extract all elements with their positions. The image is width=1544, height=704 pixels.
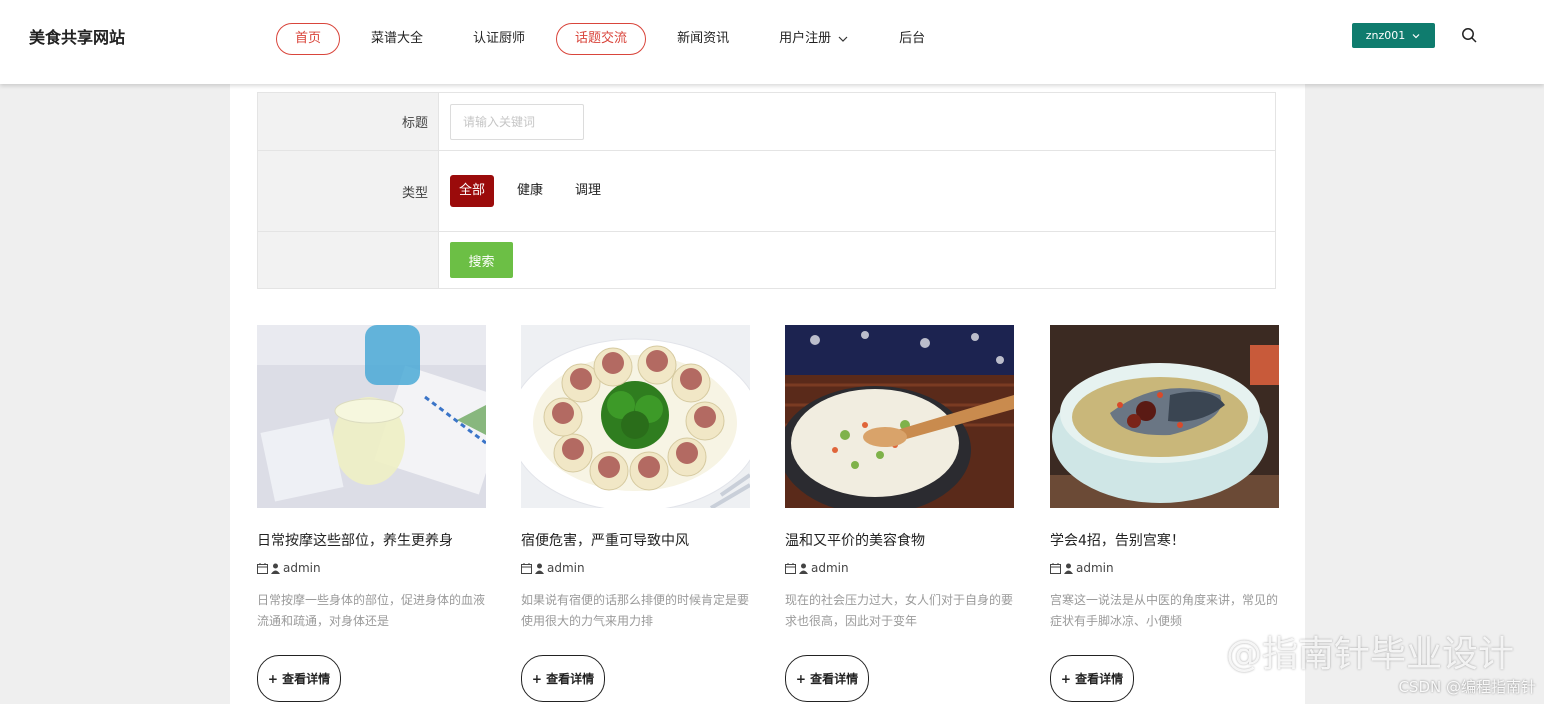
type-option-health[interactable]: 健康 xyxy=(508,175,552,207)
watermark-subtext: CSDN @编程指南针 xyxy=(1398,678,1536,696)
user-icon xyxy=(271,563,280,574)
topic-title[interactable]: 日常按摩这些部位，养生更养身 xyxy=(257,532,486,550)
nav-recipes[interactable]: 菜谱大全 xyxy=(352,23,442,55)
user-icon xyxy=(535,563,544,574)
nav-home[interactable]: 首页 xyxy=(276,23,341,55)
topic-image-fish-soup[interactable] xyxy=(1050,325,1279,508)
main-nav: 首页 菜谱大全 认证厨师 话题交流 新闻资讯 用户注册 后台 xyxy=(276,22,956,56)
topic-meta: admin xyxy=(1050,561,1279,575)
title-label: 标题 xyxy=(257,92,439,151)
site-logo[interactable]: 美食共享网站 xyxy=(29,24,125,48)
search-filter-form: 标题 类型 全部 健康 调理 搜索 xyxy=(257,92,1276,289)
site-header: 美食共享网站 首页 菜谱大全 认证厨师 话题交流 新闻资讯 用户注册 后台 zn… xyxy=(0,0,1544,84)
nav-chefs-label: 认证厨师 xyxy=(473,31,526,46)
topic-meta: admin xyxy=(257,561,486,575)
topic-title[interactable]: 宿便危害，严重可导致中风 xyxy=(521,532,750,550)
search-icon[interactable] xyxy=(1461,27,1478,44)
nav-register[interactable]: 用户注册 xyxy=(760,23,868,55)
chevron-down-icon xyxy=(1412,33,1420,38)
topic-image-meat-radish-broccoli[interactable] xyxy=(521,325,750,508)
topic-meta: admin xyxy=(785,561,1014,575)
nav-recipes-label: 菜谱大全 xyxy=(371,31,424,46)
view-details-button[interactable]: + 查看详情 xyxy=(257,655,341,702)
topic-author: admin xyxy=(283,561,321,575)
topic-author: admin xyxy=(547,561,585,575)
topic-image-lemon-drink[interactable] xyxy=(257,325,486,508)
nav-topics[interactable]: 话题交流 xyxy=(556,23,647,55)
type-options: 全部 健康 调理 xyxy=(450,175,1275,207)
user-menu-button[interactable]: znz001 xyxy=(1352,23,1435,48)
username: znz001 xyxy=(1365,29,1406,42)
nav-register-label: 用户注册 xyxy=(779,31,832,46)
topic-card: 温和又平价的美容食物 admin 现在的社会压力过大，女人们对于自身的要求也很高… xyxy=(785,325,1014,702)
calendar-icon xyxy=(785,562,796,574)
calendar-icon xyxy=(257,562,268,574)
nav-home-label: 首页 xyxy=(295,31,322,46)
topic-card: 日常按摩这些部位，养生更养身 admin 日常按摩一些身体的部位，促进身体的血液… xyxy=(257,325,486,702)
search-button[interactable]: 搜索 xyxy=(450,242,513,278)
topic-description: 日常按摩一些身体的部位，促进身体的血液流通和疏通，对身体还是 xyxy=(257,593,486,628)
type-label: 类型 xyxy=(257,150,439,232)
topic-card: 宿便危害，严重可导致中风 admin 如果说有宿便的话那么排便的时候肯定是要使用… xyxy=(521,325,750,702)
chevron-down-icon xyxy=(838,36,848,42)
topic-description: 现在的社会压力过大，女人们对于自身的要求也很高，因此对于变年 xyxy=(785,593,1014,628)
view-details-button[interactable]: + 查看详情 xyxy=(1050,655,1134,702)
calendar-icon xyxy=(521,562,532,574)
topic-author: admin xyxy=(1076,561,1114,575)
type-option-conditioning[interactable]: 调理 xyxy=(566,175,610,207)
topic-description: 如果说有宿便的话那么排便的时候肯定是要使用很大的力气来用力排 xyxy=(521,593,750,628)
nav-admin-label: 后台 xyxy=(899,31,926,46)
user-icon xyxy=(1064,563,1073,574)
nav-news[interactable]: 新闻资讯 xyxy=(658,23,748,55)
keyword-input[interactable] xyxy=(450,103,584,140)
topic-title[interactable]: 学会4招，告别宫寒！ xyxy=(1050,532,1279,550)
view-details-button[interactable]: + 查看详情 xyxy=(785,655,869,702)
type-option-all[interactable]: 全部 xyxy=(450,175,495,207)
nav-chefs[interactable]: 认证厨师 xyxy=(454,23,544,55)
nav-admin[interactable]: 后台 xyxy=(880,23,944,55)
topic-meta: admin xyxy=(521,561,750,575)
view-details-button[interactable]: + 查看详情 xyxy=(521,655,605,702)
user-icon xyxy=(799,563,808,574)
calendar-icon xyxy=(1050,562,1061,574)
watermark-text: @指南针毕业设计 xyxy=(1225,634,1514,675)
topic-author: admin xyxy=(811,561,849,575)
topic-title[interactable]: 温和又平价的美容食物 xyxy=(785,532,1014,550)
nav-topics-label: 话题交流 xyxy=(575,31,628,46)
content-panel: 标题 类型 全部 健康 调理 搜索 xyxy=(230,84,1305,704)
nav-news-label: 新闻资讯 xyxy=(677,31,730,46)
topic-image-porridge-bowl[interactable] xyxy=(785,325,1014,508)
